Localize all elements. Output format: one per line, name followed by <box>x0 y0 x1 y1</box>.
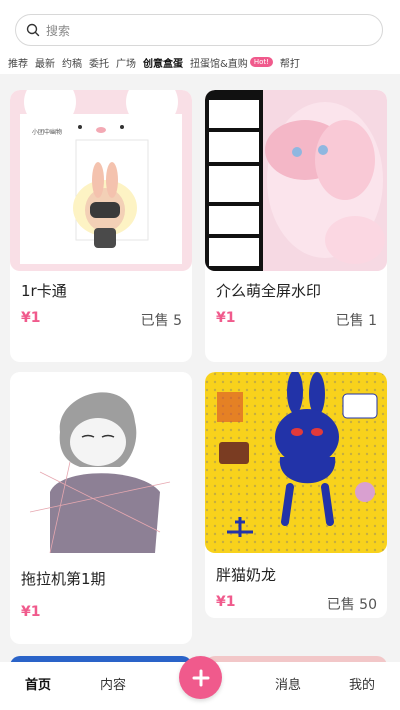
product-title: 胖猫奶龙 <box>216 566 277 584</box>
tab-label: 帮打 <box>279 58 300 70</box>
product-image-cartoon-bunny: 小团中幽物 <box>10 90 192 271</box>
product-title: 介么萌全屏水印 <box>216 282 322 300</box>
product-sold-count: 已售 50 <box>326 597 377 613</box>
search-input[interactable]: 搜索 <box>15 14 383 46</box>
product-price: ¥1 <box>21 604 41 620</box>
product-image-sketch-character <box>10 372 192 553</box>
tab-plaza[interactable]: 广场 <box>116 55 136 70</box>
add-button[interactable] <box>179 656 222 699</box>
product-card[interactable]: 小团中幽物 1r卡通 ¥1 已售 5 <box>10 90 192 362</box>
tab-commission[interactable]: 委托 <box>89 55 109 70</box>
tab-label: 创意盒蛋 <box>143 58 183 70</box>
tab-recommend[interactable]: 推荐 <box>8 55 28 70</box>
product-title: 1r卡通 <box>21 282 67 300</box>
plus-icon <box>192 669 209 686</box>
tab-label: 委托 <box>89 58 109 70</box>
tab-label: 广场 <box>116 58 136 70</box>
nav-content[interactable]: 内容 <box>100 674 126 693</box>
search-icon <box>26 23 40 37</box>
tab-label: 约稿 <box>62 58 82 70</box>
tab-label: 最新 <box>35 58 55 70</box>
tab-latest[interactable]: 最新 <box>35 55 55 70</box>
product-sold-count: 已售 5 <box>140 313 182 329</box>
product-price: ¥1 <box>216 594 236 610</box>
product-price: ¥1 <box>216 310 236 326</box>
product-card[interactable]: 拖拉机第1期 ¥1 <box>10 372 192 644</box>
tab-commission-request[interactable]: 约稿 <box>62 55 82 70</box>
product-sold-count: 已售 1 <box>335 313 377 329</box>
product-image-anime-girl-watermark <box>205 90 387 271</box>
nav-messages[interactable]: 消息 <box>275 674 301 693</box>
search-placeholder: 搜索 <box>46 23 71 38</box>
tab-label: 扭蛋馆&直购 <box>190 58 248 70</box>
top-header: 搜索 推荐 最新 约稿 委托 广场 创意盒蛋 扭蛋馆&直购 Hot! 帮打 <box>0 0 400 74</box>
category-tabs: 推荐 最新 约稿 委托 广场 创意盒蛋 扭蛋馆&直购 Hot! 帮打 <box>0 52 400 72</box>
product-price: ¥1 <box>21 310 41 326</box>
product-image-blue-bunny-poster <box>205 372 387 553</box>
product-card[interactable]: 胖猫奶龙 ¥1 已售 50 <box>205 372 387 618</box>
nav-mine[interactable]: 我的 <box>349 674 375 693</box>
product-title: 拖拉机第1期 <box>21 570 106 588</box>
tab-gacha-shop[interactable]: 扭蛋馆&直购 Hot! <box>190 55 273 70</box>
product-card[interactable]: 介么萌全屏水印 ¥1 已售 1 <box>205 90 387 362</box>
tab-creative-box[interactable]: 创意盒蛋 <box>143 55 183 70</box>
hot-badge: Hot! <box>249 57 273 67</box>
svg-text:小团中幽物: 小团中幽物 <box>32 128 62 136</box>
nav-home[interactable]: 首页 <box>25 674 51 693</box>
tab-label: 推荐 <box>8 58 28 70</box>
tab-help[interactable]: 帮打 <box>280 55 300 70</box>
